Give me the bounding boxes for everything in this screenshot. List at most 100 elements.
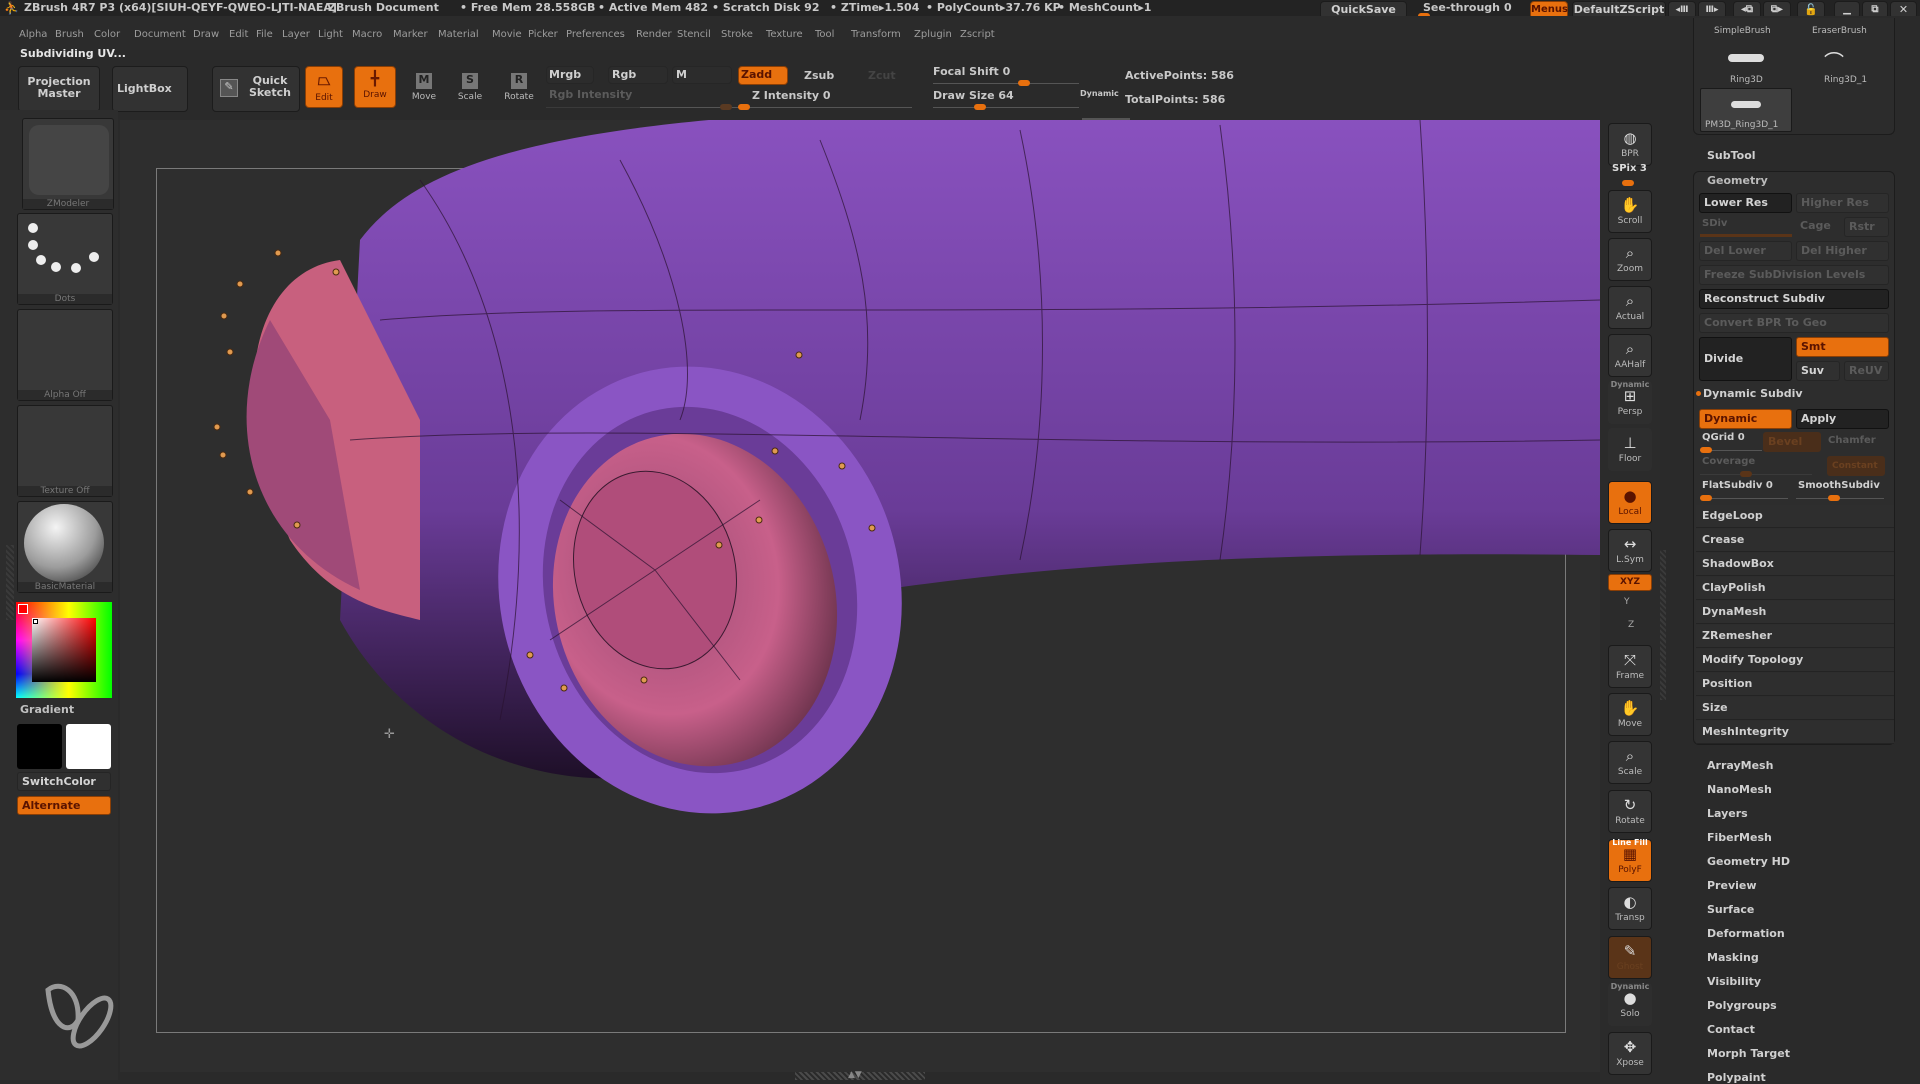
- m-button[interactable]: M: [672, 66, 732, 84]
- menu-color[interactable]: Color: [94, 29, 120, 40]
- scale-button[interactable]: S Scale: [448, 68, 492, 108]
- texture-thumbnail[interactable]: Texture Off: [17, 405, 113, 497]
- menu-layer[interactable]: Layer: [282, 29, 310, 40]
- z-intensity-knob[interactable]: [738, 104, 750, 110]
- geometry-edgeloop-section[interactable]: EdgeLoop: [1696, 505, 1894, 528]
- menu-picker[interactable]: Picker: [528, 29, 558, 40]
- menu-material[interactable]: Material: [438, 29, 479, 40]
- geometry-dynamesh-section[interactable]: DynaMesh: [1696, 601, 1894, 624]
- menu-zplugin[interactable]: Zplugin: [914, 29, 952, 40]
- xpose-button[interactable]: ✥ Xpose: [1608, 1032, 1652, 1075]
- menu-zscript[interactable]: Zscript: [960, 29, 995, 40]
- geometry-section-header[interactable]: Geometry: [1707, 174, 1768, 187]
- focal-shift-slider[interactable]: [933, 83, 1079, 84]
- menu-draw[interactable]: Draw: [193, 29, 219, 40]
- saturation-value-square[interactable]: [32, 618, 96, 682]
- del-lower-button[interactable]: Del Lower: [1699, 241, 1792, 261]
- projection-master-button[interactable]: Projection Master: [18, 66, 100, 112]
- divide-button[interactable]: Divide: [1699, 337, 1792, 381]
- dynamic-toggle[interactable]: Dynamic: [1080, 89, 1119, 98]
- smoothsubdiv-slider[interactable]: [1796, 498, 1884, 499]
- chamfer-button[interactable]: Chamfer: [1828, 435, 1876, 446]
- transp-button[interactable]: ◐ Transp: [1608, 887, 1652, 930]
- material-thumbnail[interactable]: BasicMaterial: [17, 501, 113, 593]
- lower-res-button[interactable]: Lower Res: [1699, 193, 1792, 213]
- menu-macro[interactable]: Macro: [352, 29, 382, 40]
- tool-geometry-hd-section[interactable]: Geometry HD: [1707, 855, 1790, 868]
- tool-polygroups-section[interactable]: Polygroups: [1707, 999, 1777, 1012]
- tool-contact-section[interactable]: Contact: [1707, 1023, 1755, 1036]
- menu-movie[interactable]: Movie: [492, 29, 522, 40]
- tool-simplebrush[interactable]: SimpleBrush: [1714, 26, 1771, 36]
- menu-stroke[interactable]: Stroke: [721, 29, 753, 40]
- geometry-size-section[interactable]: Size: [1696, 697, 1894, 720]
- tool-nanomesh-section[interactable]: NanoMesh: [1707, 783, 1772, 796]
- tool-ring3d-1[interactable]: Ring3D_1: [1824, 75, 1867, 85]
- menu-brush[interactable]: Brush: [55, 29, 84, 40]
- constant-button[interactable]: Constant: [1827, 456, 1885, 476]
- zsub-button[interactable]: Zsub: [804, 69, 834, 82]
- menu-render[interactable]: Render: [636, 29, 672, 40]
- lsym-button[interactable]: ↔ L.Sym: [1608, 529, 1652, 572]
- frame-button[interactable]: ⤧ Frame: [1608, 645, 1652, 688]
- qgrid-knob[interactable]: [1700, 447, 1712, 453]
- tool-arraymesh-section[interactable]: ArrayMesh: [1707, 759, 1773, 772]
- freeze-subdivision-button[interactable]: Freeze SubDivision Levels: [1699, 265, 1889, 285]
- edit-button[interactable]: ⏢ Edit: [305, 66, 343, 108]
- menu-transform[interactable]: Transform: [851, 29, 901, 40]
- ring3d-thumb-icon[interactable]: [1728, 54, 1764, 62]
- draw-button[interactable]: ╋ Draw: [354, 66, 396, 108]
- actual-button[interactable]: ⌕ Actual: [1608, 286, 1652, 329]
- rotate-button[interactable]: ↻ Rotate: [1608, 790, 1652, 833]
- solo-button[interactable]: Dynamic ● Solo: [1608, 982, 1652, 1026]
- left-shelf-scroll-grip[interactable]: [6, 545, 14, 620]
- zcut-button[interactable]: Zcut: [868, 69, 896, 82]
- menu-light[interactable]: Light: [318, 29, 343, 40]
- menu-file[interactable]: File: [256, 29, 273, 40]
- rotate-button[interactable]: R Rotate: [497, 68, 541, 108]
- geometry-modify-topology-section[interactable]: Modify Topology: [1696, 649, 1894, 672]
- ghost-button[interactable]: ✎ Ghost: [1608, 936, 1652, 979]
- apply-button[interactable]: Apply: [1796, 409, 1889, 429]
- geometry-crease-section[interactable]: Crease: [1696, 529, 1894, 552]
- spix-slider[interactable]: [1622, 180, 1634, 186]
- canvas-viewport[interactable]: ✛: [120, 120, 1600, 1072]
- aahalf-button[interactable]: ⌕ AAHalf: [1608, 334, 1652, 377]
- rotate-y-toggle[interactable]: Y: [1624, 597, 1630, 607]
- dynamic-button[interactable]: Dynamic: [1699, 409, 1792, 429]
- zoom-button[interactable]: ⌕ Zoom: [1608, 238, 1652, 281]
- geometry-shadowbox-section[interactable]: ShadowBox: [1696, 553, 1894, 576]
- polyf-button[interactable]: Line Fill ▦ PolyF: [1608, 838, 1652, 882]
- tool-eraserbrush[interactable]: EraserBrush: [1812, 26, 1867, 36]
- menu-stencil[interactable]: Stencil: [677, 29, 711, 40]
- del-higher-button[interactable]: Del Higher: [1796, 241, 1889, 261]
- gradient-label[interactable]: Gradient: [20, 703, 74, 716]
- lightbox-button[interactable]: LightBox: [112, 66, 188, 112]
- rotate-z-toggle[interactable]: Z: [1628, 620, 1634, 630]
- smoothsubdiv-knob[interactable]: [1828, 495, 1840, 501]
- menu-texture[interactable]: Texture: [766, 29, 803, 40]
- geometry-meshintegrity-section[interactable]: MeshIntegrity: [1696, 721, 1894, 744]
- menu-marker[interactable]: Marker: [393, 29, 428, 40]
- bevel-button[interactable]: Bevel: [1763, 432, 1821, 452]
- zadd-button[interactable]: Zadd: [738, 66, 788, 85]
- ring3d-1-thumb-icon[interactable]: ⌒: [1824, 46, 1844, 75]
- flatsubdiv-slider[interactable]: [1700, 498, 1788, 499]
- bpr-button[interactable]: ◍ BPR: [1608, 123, 1652, 166]
- brush-thumbnail[interactable]: ZModeler: [22, 118, 114, 210]
- tool-deformation-section[interactable]: Deformation: [1707, 927, 1785, 940]
- suv-toggle[interactable]: Suv: [1796, 361, 1840, 381]
- smt-toggle[interactable]: Smt: [1796, 337, 1889, 357]
- rgb-intensity-knob[interactable]: [720, 104, 732, 110]
- local-button[interactable]: ● Local: [1608, 481, 1652, 524]
- color-cursor[interactable]: [33, 619, 38, 624]
- geometry-zremesher-section[interactable]: ZRemesher: [1696, 625, 1894, 648]
- menu-edit[interactable]: Edit: [229, 29, 248, 40]
- menu-alpha[interactable]: Alpha: [19, 29, 47, 40]
- tool-fibermesh-section[interactable]: FiberMesh: [1707, 831, 1772, 844]
- move-button[interactable]: ✋ Move: [1608, 693, 1652, 736]
- floor-button[interactable]: ⊥ Floor: [1608, 428, 1652, 471]
- draw-size-slider[interactable]: [933, 107, 1079, 108]
- sdiv-slider[interactable]: [1700, 234, 1792, 237]
- tool-pm3d-ring3d-1[interactable]: PM3D_Ring3D_1: [1700, 88, 1792, 132]
